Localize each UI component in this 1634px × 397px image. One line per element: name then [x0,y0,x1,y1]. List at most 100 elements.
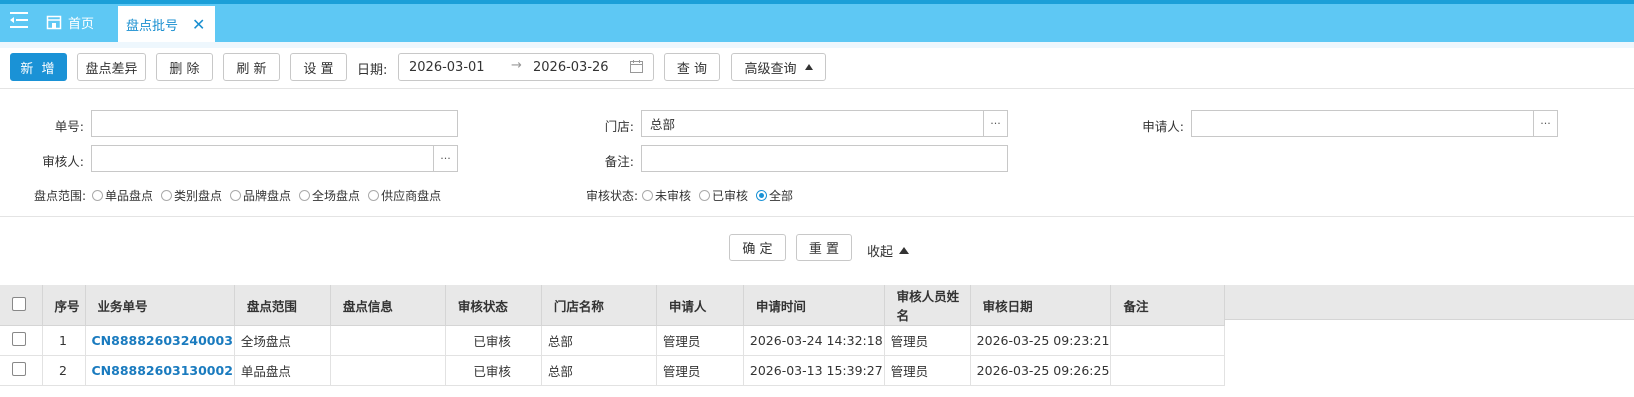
row-select-cell[interactable] [0,355,43,386]
scope-label: 盘点范围: [33,189,86,203]
col-header[interactable]: 业务单号 [85,285,235,326]
scope-option[interactable]: 供应商盘点 [368,187,441,204]
col-header[interactable]: 备注 [1110,285,1226,326]
status-option-label: 已审核 [712,189,749,203]
cell-info [330,355,446,386]
order-no-input[interactable] [91,110,458,137]
radio-circle-selected[interactable] [756,190,768,201]
radio-circle[interactable] [230,190,242,201]
row-checkbox[interactable] [12,362,26,376]
home-icon [46,15,62,30]
reviewer-input[interactable] [91,145,434,172]
col-header[interactable]: 盘点范围 [234,285,331,326]
settings-button[interactable]: 设 置 [290,53,347,81]
remark-label: 备注: [604,154,634,169]
status-option[interactable]: 未审核 [642,187,691,204]
scope-option[interactable]: 全场盘点 [299,187,360,204]
status-option-label: 全部 [769,189,794,203]
inventory-diff-button[interactable]: 盘点差异 [77,53,146,81]
select-all-checkbox[interactable] [12,296,26,311]
radio-circle[interactable] [642,190,653,201]
radio-circle[interactable] [368,190,380,201]
cell-status: 已审核 [445,325,542,356]
applicant-picker-button[interactable]: ··· [1533,110,1558,137]
status-option[interactable]: 已审核 [699,187,748,204]
cell-applicant: 管理员 [656,325,744,356]
radio-circle[interactable] [161,190,173,201]
date-label: 日期: [357,63,388,78]
date-from[interactable]: 2026-03-01 [409,60,485,75]
cell-apply-time: 2026-03-24 14:32:18 [743,325,885,356]
scope-option-label: 类别盘点 [174,189,223,203]
store-input[interactable]: 总部 [641,110,984,137]
date-range-picker[interactable]: 2026-03-01 → 2026-03-26 [398,53,654,81]
store-picker-button[interactable]: ··· [983,110,1008,137]
scope-option[interactable]: 单品盘点 [92,187,153,204]
cell-status: 已审核 [445,355,542,386]
tab-inventory-batch[interactable]: 盘点批号 ✕ [118,6,215,42]
col-header[interactable]: 申请人 [656,285,744,326]
reset-button[interactable]: 重 置 [796,234,852,261]
col-header[interactable]: 审核人员姓名 [884,285,971,326]
radio-circle[interactable] [299,190,311,201]
radio-circle[interactable] [92,190,103,201]
tab-active-label: 盘点批号 [126,18,179,34]
date-to[interactable]: 2026-03-26 [533,60,609,75]
cell-scope: 单品盘点 [234,355,331,386]
applicant-input[interactable] [1191,110,1534,137]
scope-option[interactable]: 类别盘点 [161,187,222,204]
cell-order-link[interactable]: CN88882603130002 [85,355,235,386]
data-table: 序号 业务单号 盘点范围 盘点信息 审核状态 门店名称 申请人 申请时间 审核人… [0,285,1226,386]
col-header[interactable]: 审核状态 [445,285,542,326]
remark-input[interactable] [641,145,1008,172]
scope-radio-group: 单品盘点 类别盘点 品牌盘点 全场盘点 供应商盘点 [92,187,449,204]
scope-option[interactable]: 品牌盘点 [230,187,291,204]
status-radio-group: 未审核 已审核 全部 [642,187,801,204]
query-button[interactable]: 查 询 [664,53,720,81]
close-icon[interactable]: ✕ [192,15,205,34]
row-checkbox[interactable] [12,332,26,346]
advanced-query-label: 高级查询 [744,61,797,77]
col-header[interactable]: 序号 [42,285,86,326]
delete-button[interactable]: 删 除 [156,53,213,81]
cell-order-link[interactable]: CN88882603240003 [85,325,235,356]
row-select-cell[interactable] [0,325,43,356]
col-header[interactable]: 盘点信息 [330,285,446,326]
cell-apply-time: 2026-03-13 15:39:27 [743,355,885,386]
col-header[interactable]: 门店名称 [541,285,657,326]
cell-remark [1110,355,1226,386]
date-arrow: → [511,58,522,73]
cell-store: 总部 [541,355,657,386]
radio-circle[interactable] [699,190,711,201]
collapse-toggle[interactable]: 收起 [867,241,910,260]
scope-option-label: 供应商盘点 [381,189,442,203]
cell-scope: 全场盘点 [234,325,331,356]
cell-index: 1 [42,325,86,356]
table-row[interactable]: 1 CN88882603240003 全场盘点 已审核 总部 管理员 2026-… [0,325,1226,356]
table-row[interactable]: 2 CN88882603130002 单品盘点 已审核 总部 管理员 2026-… [0,355,1226,386]
cell-review-date: 2026-03-25 09:23:21 [970,325,1112,356]
cell-reviewer: 管理员 [884,355,971,386]
status-option-label: 未审核 [655,189,692,203]
collapse-label: 收起 [867,245,894,260]
col-header[interactable]: 审核日期 [970,285,1112,326]
status-option[interactable]: 全部 [756,187,793,204]
caret-up-icon [804,64,813,70]
tab-home[interactable]: 首页 [46,8,94,36]
cell-review-date: 2026-03-25 09:26:25 [970,355,1112,386]
table-header-row: 序号 业务单号 盘点范围 盘点信息 审核状态 门店名称 申请人 申请时间 审核人… [0,285,1226,326]
new-button[interactable]: 新 增 [10,53,67,81]
cell-reviewer: 管理员 [884,325,971,356]
select-all-cell[interactable] [0,285,43,326]
reviewer-picker-button[interactable]: ··· [433,145,458,172]
cell-remark [1110,325,1226,356]
col-header[interactable]: 申请时间 [743,285,885,326]
advanced-query-button[interactable]: 高级查询 [731,53,826,81]
confirm-button[interactable]: 确 定 [729,234,786,261]
cell-index: 2 [42,355,86,386]
refresh-button[interactable]: 刷 新 [223,53,280,81]
menu-toggle-icon[interactable] [8,10,30,30]
divider [0,216,1634,217]
tab-underline [0,42,1634,48]
calendar-icon[interactable] [630,60,643,73]
